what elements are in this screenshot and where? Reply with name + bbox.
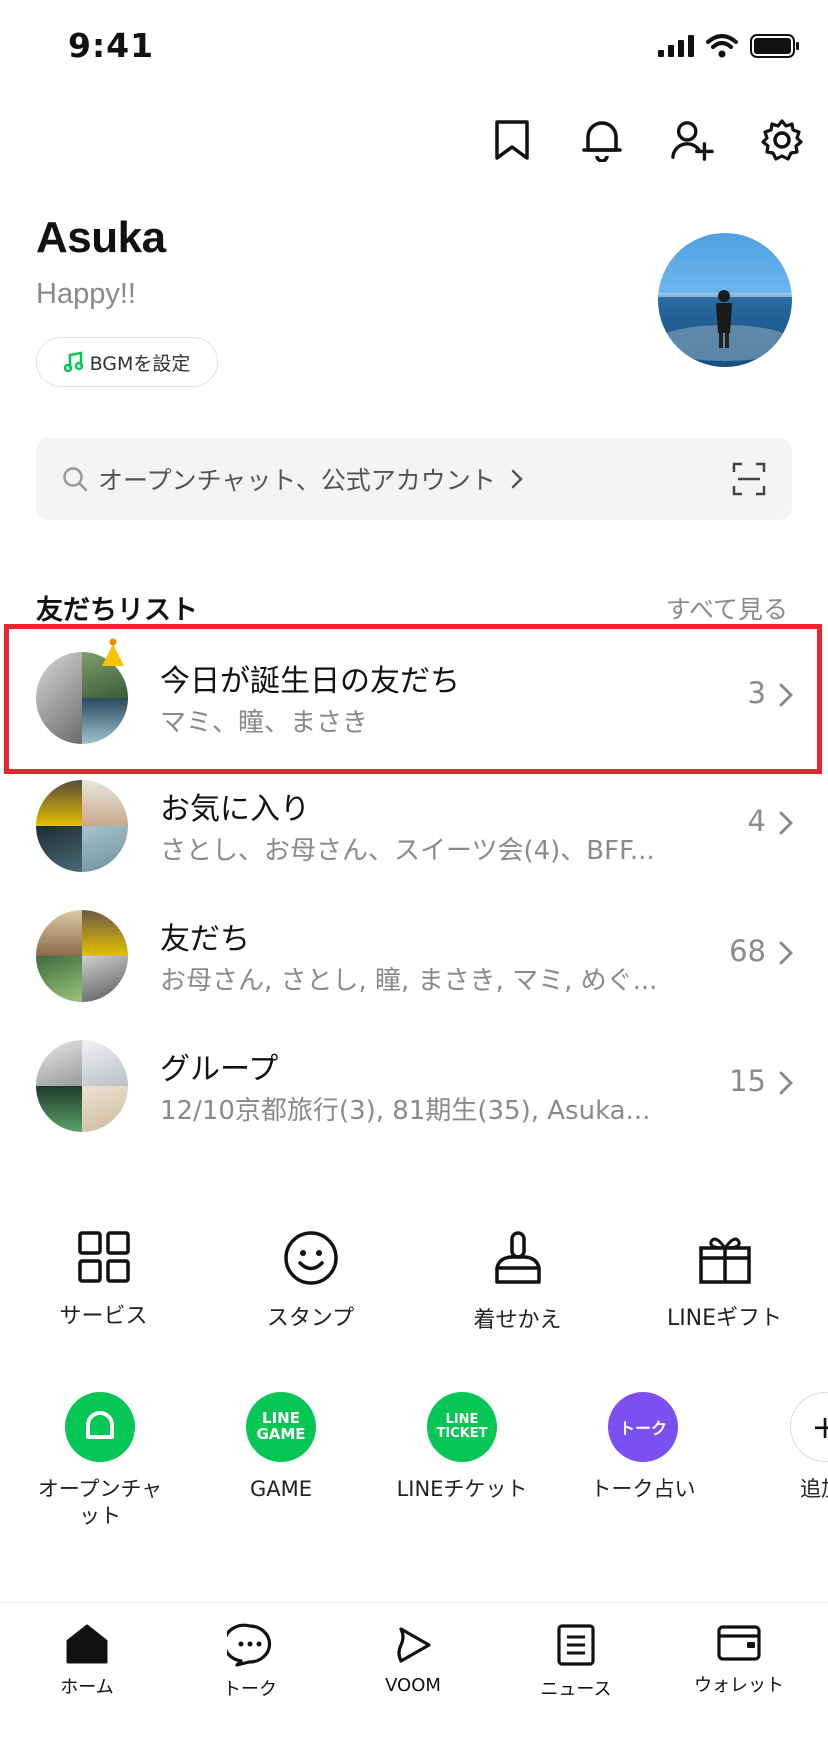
bell-icon <box>582 121 622 162</box>
highlight-frame <box>4 624 822 774</box>
home-icon <box>66 1624 108 1664</box>
tab-voom[interactable]: VOOM <box>353 1623 473 1696</box>
search-bar[interactable]: オープンチャット、公式アカウント <box>36 438 792 520</box>
tab-label: VOOM <box>385 1675 441 1696</box>
chevron-right-icon <box>779 1071 793 1095</box>
profile-avatar[interactable] <box>658 233 792 367</box>
add-icon: + <box>790 1392 828 1462</box>
app-openchat[interactable]: オープンチャット <box>10 1392 190 1531</box>
brush-icon <box>494 1231 541 1284</box>
row-title: お気に入り <box>160 792 310 827</box>
chevron-right-icon <box>779 811 793 835</box>
app-add[interactable]: + 追加 <box>728 1392 828 1503</box>
grid-icon <box>77 1231 130 1283</box>
gift-icon <box>698 1237 751 1284</box>
app-label: オープンチャット <box>37 1477 163 1529</box>
add-friend-button[interactable] <box>670 118 714 162</box>
friends-list-title: 友だちリスト <box>36 595 198 626</box>
gear-icon <box>761 119 803 161</box>
chevron-right-icon <box>779 941 793 965</box>
avatar <box>36 910 128 1002</box>
signal-icon <box>658 35 694 57</box>
service-label: スタンプ <box>266 1306 355 1331</box>
tab-wallet[interactable]: ウォレット <box>679 1623 799 1697</box>
list-item-favorites[interactable]: お気に入り さとし、お母さん、スイーツ会(4)、BFF... 4 <box>0 760 828 888</box>
row-subtitle: さとし、お母さん、スイーツ会(4)、BFF... <box>160 836 655 866</box>
tab-label: ウォレット <box>694 1675 784 1696</box>
avatar <box>36 1040 128 1132</box>
tab-label: ホーム <box>60 1677 114 1698</box>
service-label: LINEギフト <box>666 1306 783 1331</box>
service-label: サービス <box>59 1304 148 1329</box>
qr-scan-icon[interactable] <box>732 462 766 496</box>
tab-news[interactable]: ニュース <box>516 1623 636 1701</box>
service-label: 着せかえ <box>473 1308 562 1333</box>
settings-button[interactable] <box>760 118 804 162</box>
apps-row: オープンチャット LINE GAME GAME LINE TICKET LINE… <box>0 1392 828 1532</box>
tab-label: トーク <box>223 1679 277 1700</box>
battery-icon <box>750 34 799 58</box>
tab-home[interactable]: ホーム <box>27 1623 147 1699</box>
service-services[interactable]: サービス <box>0 1230 207 1334</box>
line-game-icon: LINE GAME <box>246 1392 316 1462</box>
status-icons <box>658 34 800 58</box>
list-item-groups[interactable]: グループ 12/10京都旅行(3), 81期生(35), Asuka... 15 <box>0 1020 828 1148</box>
app-label: トーク占い <box>590 1477 696 1501</box>
app-label: GAME <box>249 1477 313 1501</box>
service-gift[interactable]: LINEギフト <box>621 1230 828 1334</box>
bgm-button[interactable]: BGMを設定 <box>36 337 218 387</box>
row-title: 友だち <box>160 922 250 957</box>
smiley-icon <box>283 1231 338 1285</box>
tab-label: ニュース <box>540 1679 612 1700</box>
bottom-tab-bar: ホーム トーク VOOM ニュース ウォレット <box>0 1602 828 1759</box>
wallet-icon <box>717 1625 761 1661</box>
music-note-icon <box>63 351 83 373</box>
app-ticket[interactable]: LINE TICKET LINEチケット <box>372 1392 552 1503</box>
app-fortune[interactable]: トーク トーク占い <box>553 1392 733 1503</box>
app-label: 追加 <box>800 1477 828 1501</box>
add-friend-icon <box>671 121 714 161</box>
profile-status-message[interactable]: Happy!! <box>36 278 136 311</box>
app-game[interactable]: LINE GAME GAME <box>191 1392 371 1503</box>
app-label: LINEチケット <box>396 1477 528 1501</box>
talk-fortune-icon: トーク <box>608 1392 678 1462</box>
header-actions <box>490 118 804 162</box>
avatar <box>36 780 128 872</box>
news-icon <box>557 1624 595 1666</box>
bookmark-icon <box>495 120 529 160</box>
tab-chats[interactable]: トーク <box>190 1623 310 1701</box>
line-ticket-icon: LINE TICKET <box>427 1392 497 1462</box>
row-title: グループ <box>160 1052 279 1087</box>
search-placeholder: オープンチャット、公式アカウント <box>98 466 496 495</box>
services-row: サービス スタンプ 着せかえ LINEギフト <box>0 1230 828 1334</box>
bookmark-button[interactable] <box>490 118 534 162</box>
avatar-photo <box>658 290 792 361</box>
row-subtitle: お母さん, さとし, 瞳, まさき, マミ, めぐ... <box>160 966 658 996</box>
status-time: 9:41 <box>68 26 155 65</box>
voom-icon <box>397 1627 431 1663</box>
row-count: 4 <box>747 804 766 838</box>
bgm-button-label: BGMを設定 <box>89 352 191 375</box>
see-all-link[interactable]: すべて見る <box>666 590 788 626</box>
list-item-friends[interactable]: 友だち お母さん, さとし, 瞳, まさき, マミ, めぐ... 68 <box>0 890 828 1018</box>
service-stickers[interactable]: スタンプ <box>207 1230 414 1334</box>
search-icon <box>63 467 88 492</box>
notifications-button[interactable] <box>580 118 624 162</box>
row-count: 15 <box>729 1064 766 1098</box>
chevron-right-icon <box>511 469 523 489</box>
profile-name[interactable]: Asuka <box>36 213 166 263</box>
row-count: 68 <box>729 934 766 968</box>
chat-icon <box>227 1623 272 1667</box>
wifi-icon <box>706 34 738 58</box>
openchat-icon <box>65 1392 135 1462</box>
row-subtitle: 12/10京都旅行(3), 81期生(35), Asuka... <box>160 1096 651 1126</box>
service-themes[interactable]: 着せかえ <box>414 1230 621 1334</box>
